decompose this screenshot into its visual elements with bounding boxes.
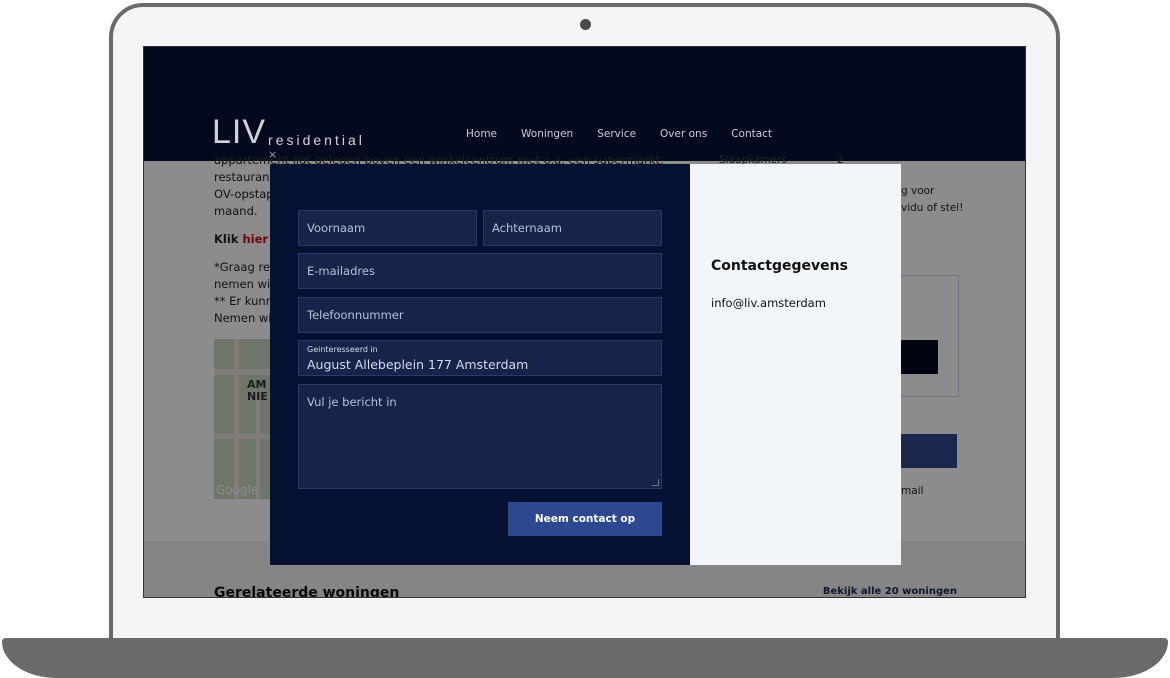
nav-service[interactable]: Service	[597, 128, 636, 140]
contact-modal: × Voornaam Achternaam E-mailadres Telefo…	[268, 148, 901, 565]
lastname-field[interactable]: Achternaam	[483, 210, 662, 246]
message-placeholder: Vul je bericht in	[307, 395, 397, 409]
resize-handle-icon[interactable]	[652, 479, 659, 486]
email-field[interactable]: E-mailadres	[298, 253, 662, 289]
email-placeholder: E-mailadres	[307, 264, 375, 278]
logo[interactable]: LIV residential	[212, 113, 365, 151]
info-email[interactable]: info@liv.amsterdam	[711, 296, 826, 310]
info-title: Contactgegevens	[711, 258, 848, 274]
lastname-placeholder: Achternaam	[492, 221, 562, 235]
nav-contact[interactable]: Contact	[731, 128, 772, 140]
camera-icon	[580, 19, 591, 30]
main-nav: Home Woningen Service Over ons Contact	[466, 128, 772, 140]
phone-placeholder: Telefoonnummer	[307, 308, 404, 322]
message-field[interactable]: Vul je bericht in	[298, 384, 662, 489]
firstname-field[interactable]: Voornaam	[298, 210, 477, 246]
nav-over-ons[interactable]: Over ons	[660, 128, 707, 140]
interest-value: August Allebeplein 177 Amsterdam	[307, 357, 529, 372]
close-icon[interactable]: ×	[268, 148, 277, 161]
nav-home[interactable]: Home	[466, 128, 497, 140]
logo-sub: residential	[268, 132, 365, 148]
logo-main: LIV	[212, 113, 267, 151]
site-header: LIV residential Home Woningen Service Ov…	[144, 47, 1025, 161]
nav-woningen[interactable]: Woningen	[521, 128, 573, 140]
contact-info-panel: Contactgegevens info@liv.amsterdam	[690, 164, 901, 565]
submit-button[interactable]: Neem contact op	[508, 502, 662, 536]
laptop-base	[2, 638, 1168, 678]
interest-label: Geinteresseerd in	[307, 345, 378, 354]
screen: LIV residential Home Woningen Service Ov…	[143, 46, 1026, 598]
contact-form: × Voornaam Achternaam E-mailadres Telefo…	[268, 148, 690, 565]
firstname-placeholder: Voornaam	[307, 221, 366, 235]
phone-field[interactable]: Telefoonnummer	[298, 297, 662, 333]
interest-select[interactable]: Geinteresseerd in August Allebeplein 177…	[298, 340, 662, 376]
